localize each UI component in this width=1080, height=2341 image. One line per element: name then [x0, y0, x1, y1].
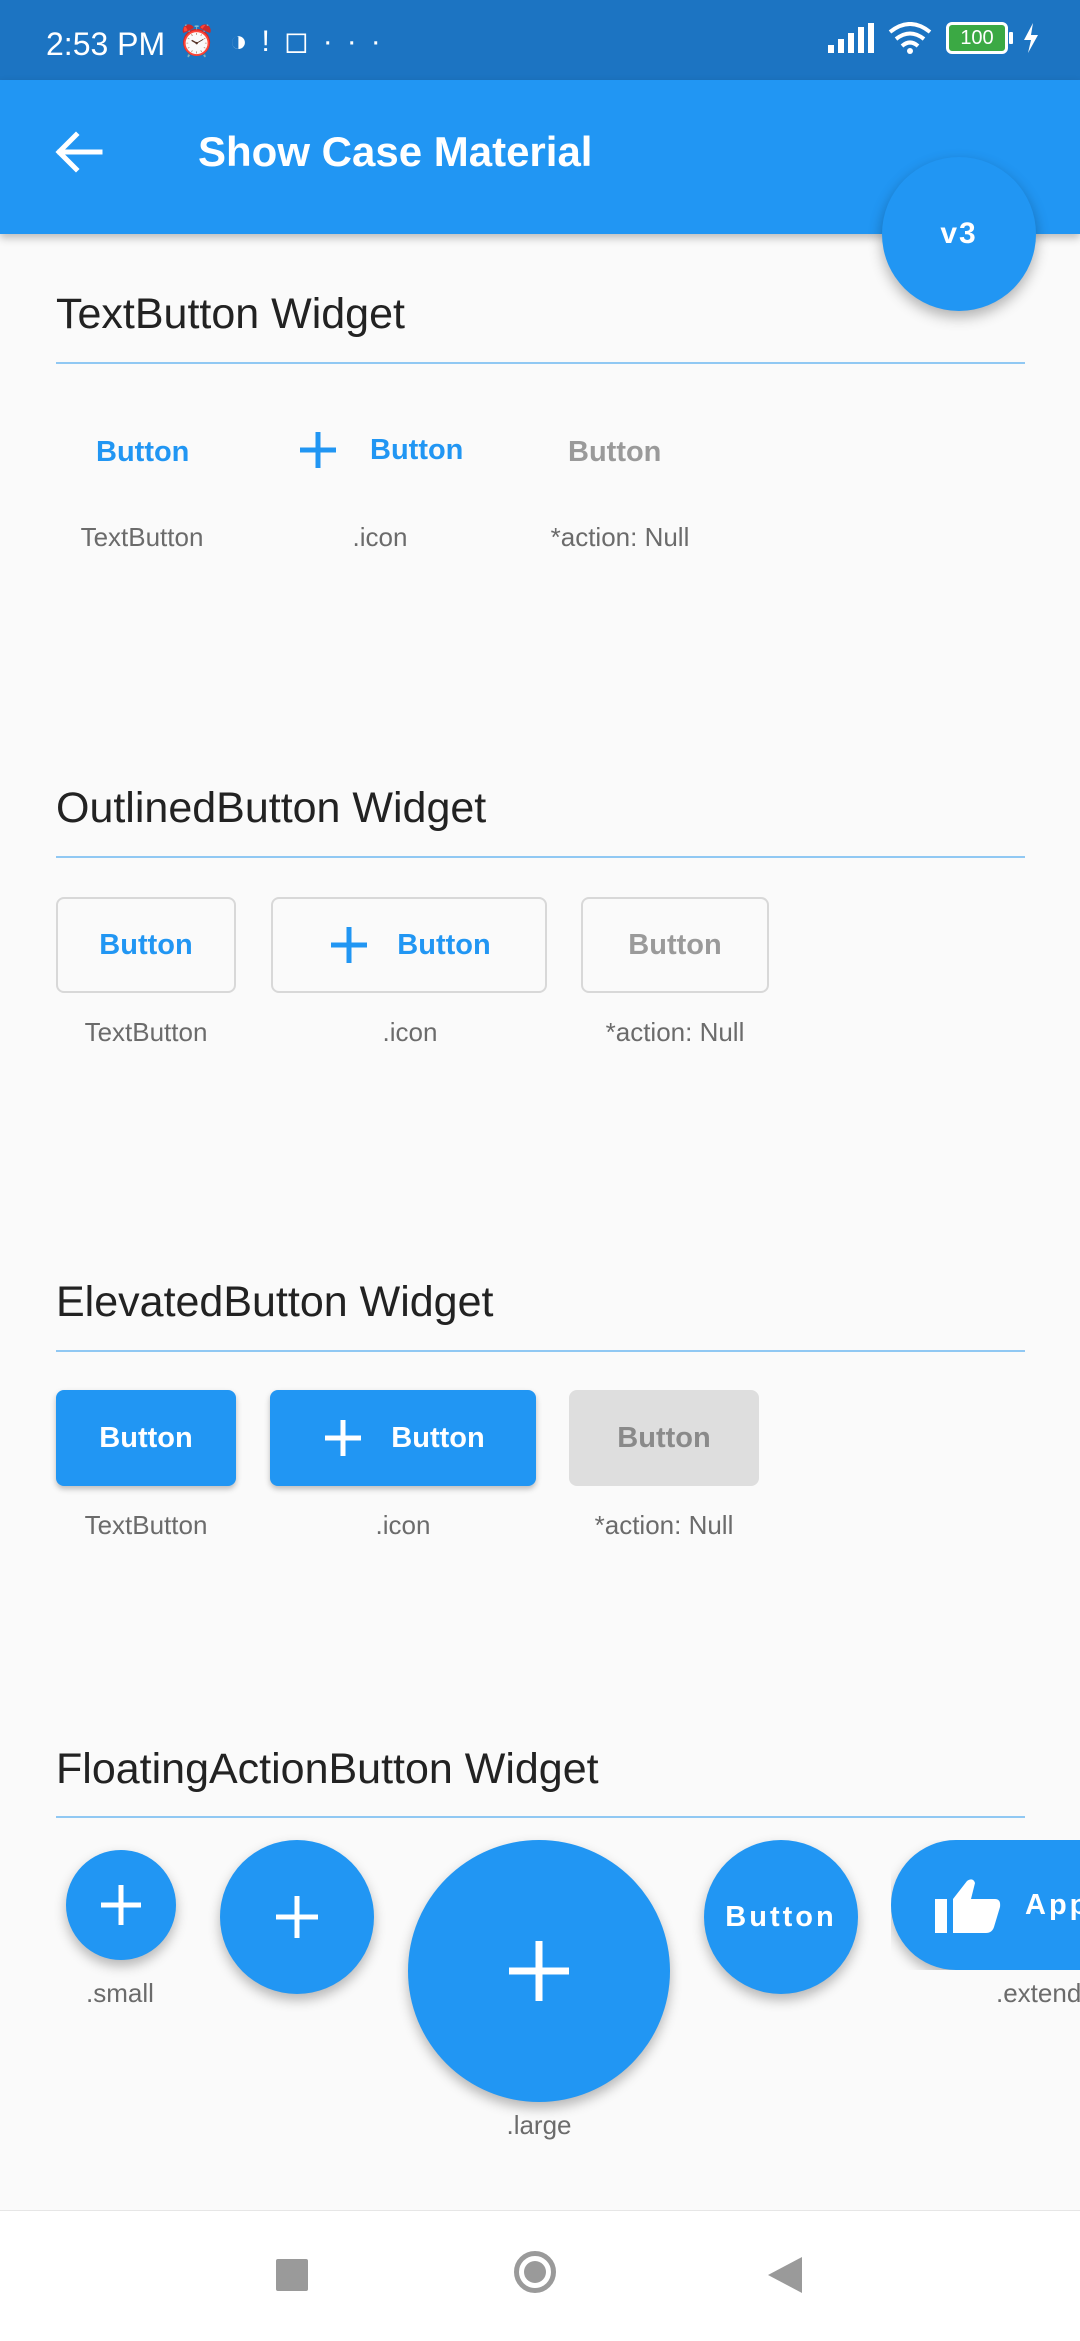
- fab-text-button[interactable]: Button: [704, 1840, 858, 1994]
- text-button-caption: TextButton: [80, 522, 204, 552]
- alarm-icon: ⏰: [178, 25, 230, 58]
- plus-icon: [276, 1896, 318, 1938]
- outlined-button-icon-label: Button: [397, 928, 491, 961]
- section-divider: [56, 856, 1025, 858]
- instagram-icon: ◻: [283, 25, 323, 58]
- fab-section-title: FloatingActionButton Widget: [56, 1745, 599, 1793]
- elevated-button-disabled-caption: *action: Null: [594, 1510, 734, 1540]
- status-bar: 2:53 PM ⏰◑!◻··· 100: [0, 0, 1080, 80]
- text-button-icon-label: Button: [370, 433, 464, 466]
- section-divider: [56, 362, 1025, 364]
- fab-small[interactable]: [66, 1850, 176, 1960]
- elevated-button-icon-caption: .icon: [375, 1510, 431, 1540]
- recents-button-icon[interactable]: [276, 2259, 308, 2291]
- text-button-icon-caption: .icon: [352, 522, 408, 552]
- text-button-icon[interactable]: Button: [296, 428, 463, 472]
- outlined-button[interactable]: Button: [56, 897, 236, 993]
- status-right: 100: [828, 22, 1040, 54]
- plus-icon: [509, 1941, 569, 2001]
- text-button[interactable]: Button: [96, 436, 189, 469]
- status-time: 2:53 PM: [46, 26, 166, 62]
- wifi-icon: [888, 22, 932, 54]
- fab-large[interactable]: [408, 1840, 670, 2102]
- fab-extended-clip: App: [891, 1840, 1080, 1970]
- home-button-icon[interactable]: [514, 2251, 556, 2293]
- page-title: Show Case Material: [198, 128, 593, 175]
- outlined-button-caption: TextButton: [84, 1017, 208, 1047]
- text-button-disabled-caption: *action: Null: [550, 522, 690, 552]
- system-nav-bar: [0, 2210, 1080, 2341]
- text-button-disabled: Button: [568, 436, 662, 468]
- battery-icon: 100: [946, 22, 1013, 54]
- version-fab[interactable]: v3: [882, 157, 1036, 311]
- fab-large-caption: .large: [506, 2110, 572, 2140]
- more-icon: ···: [322, 25, 395, 58]
- plus-icon: [325, 1420, 362, 1456]
- plus-icon: [101, 1885, 141, 1925]
- fab-extended-caption: .extend: [996, 1978, 1080, 2008]
- home-button-dot: [524, 2261, 546, 2283]
- elevated-button-icon[interactable]: Button: [270, 1390, 536, 1486]
- elevated-button-disabled: Button: [569, 1390, 759, 1486]
- fab-small-caption: .small: [86, 1978, 154, 2008]
- section-divider: [56, 1350, 1025, 1352]
- alert-icon: !: [261, 25, 284, 58]
- plus-icon: [331, 927, 368, 963]
- fab-regular[interactable]: [220, 1840, 374, 1994]
- elevated-button-caption: TextButton: [84, 1510, 208, 1540]
- elevatedbutton-section-title: ElevatedButton Widget: [56, 1278, 494, 1326]
- fab-extended-label: App: [1025, 1888, 1080, 1921]
- app-icon: ◑: [229, 25, 262, 58]
- signal-icon: [828, 23, 874, 53]
- fab-extended[interactable]: App: [891, 1840, 1080, 1970]
- outlinedbutton-section-title: OutlinedButton Widget: [56, 784, 487, 832]
- section-divider: [56, 1816, 1025, 1818]
- back-button-icon[interactable]: [766, 2255, 804, 2295]
- outlined-button-icon-caption: .icon: [382, 1017, 438, 1047]
- charging-icon: [1024, 23, 1038, 53]
- elevated-button-icon-label: Button: [391, 1421, 485, 1454]
- textbutton-section-title: TextButton Widget: [56, 290, 405, 338]
- elevated-button[interactable]: Button: [56, 1390, 236, 1486]
- thumb-up-icon: [935, 1879, 1001, 1933]
- outlined-button-disabled: Button: [581, 897, 769, 993]
- outlined-button-icon[interactable]: Button: [271, 897, 547, 993]
- back-arrow-icon[interactable]: [52, 126, 104, 178]
- status-notification-icons: ⏰◑!◻···: [178, 24, 395, 59]
- plus-icon: [300, 432, 336, 468]
- outlined-button-disabled-caption: *action: Null: [605, 1017, 745, 1047]
